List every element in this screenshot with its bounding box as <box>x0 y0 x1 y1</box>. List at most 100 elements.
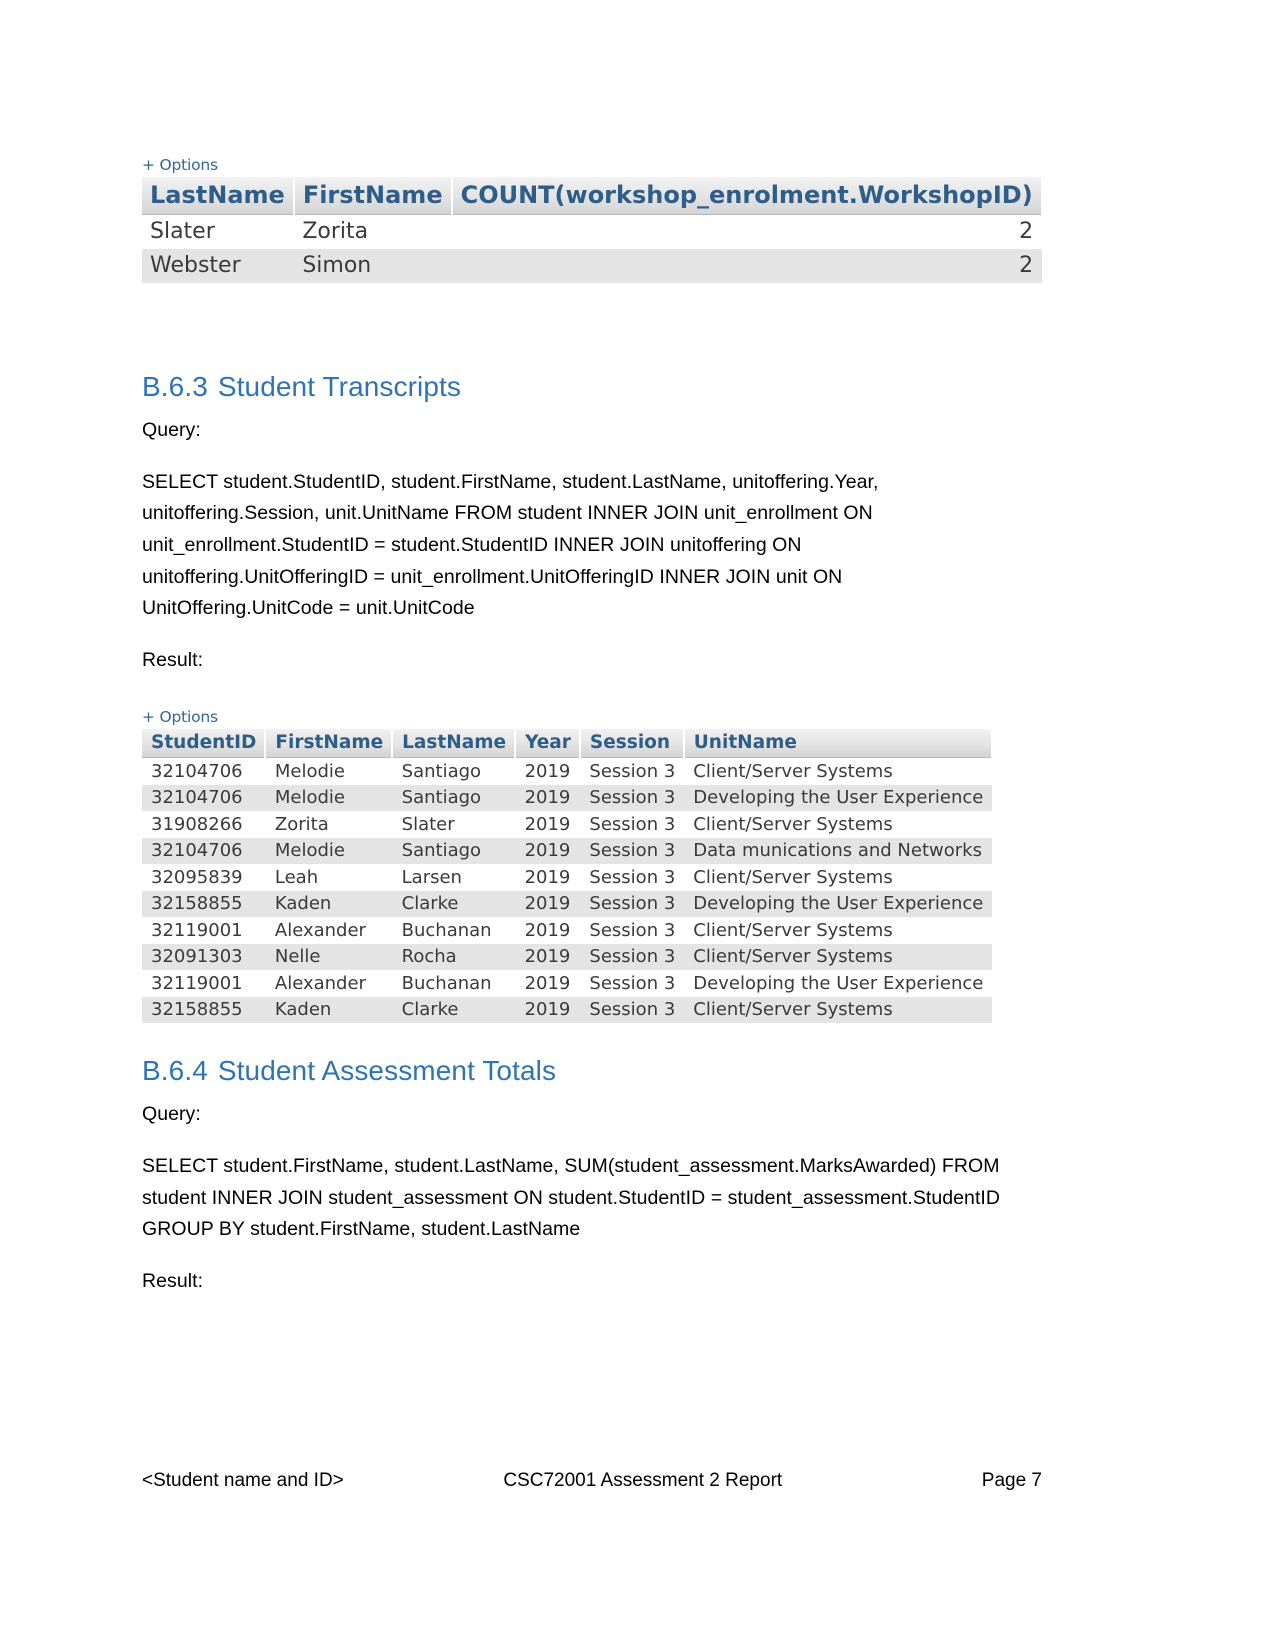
cell-session: Session 3 <box>579 811 684 838</box>
cell-lastname: Clarke <box>392 996 516 1024</box>
cell-session: Session 3 <box>579 757 684 785</box>
table-row: 32104706 Melodie Santiago 2019 Session 3 Data… <box>142 837 992 865</box>
cell-year: 2019 <box>515 917 580 944</box>
cell-firstname: Alexander <box>265 917 393 944</box>
cell-studentid: 32119001 <box>142 917 266 944</box>
cell-firstname: Nelle <box>265 943 393 971</box>
query-text-633: SELECT student.StudentID, student.FirstN… <box>142 470 879 620</box>
cell-lastname: Santiago <box>392 784 516 812</box>
query-text-634: SELECT student.FirstName, student.LastNa… <box>142 1155 1001 1241</box>
page-content: + Options LastName FirstName COUNT(works… <box>142 0 1043 1297</box>
heading-number: B.6.4 <box>142 1055 208 1087</box>
table-row: 32104706 Melodie Santiago 2019 Session 3 Clie… <box>142 757 992 785</box>
results-table-transcripts: StudentID FirstName LastName Year Sessio… <box>142 729 993 1024</box>
cell-firstname: Melodie <box>265 784 393 812</box>
column-header-firstname[interactable]: FirstName <box>265 729 394 759</box>
cell-year: 2019 <box>515 970 580 997</box>
cell-studentid: 32119001 <box>142 970 266 997</box>
cell-lastname: Webster <box>142 249 294 283</box>
heading-title: Student Transcripts <box>217 371 462 402</box>
query-label-634: Query: <box>142 1103 201 1126</box>
table-row: 32119001 Alexander Buchanan 2019 Session 3 De… <box>142 970 992 997</box>
cell-unitname: Developing the User Experience <box>683 970 992 997</box>
cell-lastname: Santiago <box>392 757 516 785</box>
cell-count: 2 <box>451 214 1042 249</box>
heading-b-6-3: B.6.3 Student Transcripts <box>142 371 1042 403</box>
result-block-workshop: + Options LastName FirstName COUNT(works… <box>142 156 1043 283</box>
table-row: 32104706 Melodie Santiago 2019 Session 3 Deve… <box>142 784 992 812</box>
cell-year: 2019 <box>515 996 580 1024</box>
table-row: 32091303 Nelle Rocha 2019 Session 3 Client/Se… <box>142 943 992 971</box>
cell-unitname: Client/Server Systems <box>683 996 992 1024</box>
cell-year: 2019 <box>515 757 580 785</box>
cell-year: 2019 <box>515 837 580 865</box>
table-row: 32158855 Kaden Clarke 2019 Session 3 Developi… <box>142 890 992 918</box>
table-row: Slater Zorita 2 <box>142 214 1042 249</box>
heading-title: Student Assessment Totals <box>217 1055 557 1087</box>
result-label-633: Result: <box>142 648 204 671</box>
results-table-workshop: LastName FirstName COUNT(workshop_enrolm… <box>142 177 1043 283</box>
heading-number: B.6.3 <box>142 371 208 402</box>
cell-unitname: Client/Server Systems <box>683 917 992 944</box>
footer-student-name: <Student name and ID> <box>142 1470 344 1491</box>
options-toggle-transcripts[interactable]: + Options <box>142 708 218 726</box>
column-header-studentid[interactable]: StudentID <box>142 729 267 759</box>
document-page: + Options LastName FirstName COUNT(works… <box>0 0 1275 1650</box>
cell-count: 2 <box>451 249 1042 283</box>
table-row: 32119001 Alexander Buchanan 2019 Session 3 Cl… <box>142 917 992 944</box>
cell-studentid: 32158855 <box>142 996 266 1024</box>
cell-year: 2019 <box>515 943 580 971</box>
column-header-lastname[interactable]: LastName <box>392 729 517 759</box>
cell-lastname: Slater <box>392 811 516 838</box>
cell-studentid: 31908266 <box>142 811 266 838</box>
cell-session: Session 3 <box>579 864 684 891</box>
cell-firstname: Alexander <box>265 970 393 997</box>
cell-lastname: Larsen <box>392 864 516 891</box>
transcripts-rows: 32104706 Melodie Santiago 2019 Session 3 Clie… <box>142 757 992 1024</box>
cell-session: Session 3 <box>579 917 684 944</box>
cell-firstname: Melodie <box>265 757 393 785</box>
table-row: 32158855 Kaden Clarke 2019 Session 3 Client/S… <box>142 996 992 1024</box>
footer-page-number: Page 7 <box>981 1470 1042 1491</box>
cell-unitname: Developing the User Experience <box>683 890 992 918</box>
result-block-transcripts: + Options StudentID FirstName LastName Y… <box>142 708 1042 1024</box>
column-header-firstname[interactable]: FirstName <box>293 177 453 215</box>
table-header-row: StudentID FirstName LastName Year Sessio… <box>142 729 993 759</box>
cell-unitname: Data munications and Networks <box>683 837 992 865</box>
column-header-year[interactable]: Year <box>515 729 581 759</box>
cell-lastname: Clarke <box>392 890 516 918</box>
cell-lastname: Slater <box>142 214 294 249</box>
cell-year: 2019 <box>515 864 580 891</box>
column-header-lastname[interactable]: LastName <box>142 177 295 215</box>
cell-lastname: Buchanan <box>392 970 516 997</box>
cell-studentid: 32091303 <box>142 943 266 971</box>
column-header-session[interactable]: Session <box>579 729 685 759</box>
cell-session: Session 3 <box>579 970 684 997</box>
cell-session: Session 3 <box>579 784 684 812</box>
table-row: 31908266 Zorita Slater 2019 Session 3 Client/… <box>142 811 992 838</box>
table-header-row: LastName FirstName COUNT(workshop_enrolm… <box>142 177 1043 215</box>
column-header-count[interactable]: COUNT(workshop_enrolment.WorkshopID) <box>451 177 1043 215</box>
cell-unitname: Client/Server Systems <box>683 811 992 838</box>
cell-firstname: Leah <box>265 864 393 891</box>
column-header-unitname[interactable]: UnitName <box>683 729 993 759</box>
cell-session: Session 3 <box>579 996 684 1024</box>
table-row: 32095839 Leah Larsen 2019 Session 3 Client/Se… <box>142 864 992 891</box>
page-footer: <Student name and ID> CSC72001 Assessmen… <box>142 1470 1042 1492</box>
cell-lastname: Buchanan <box>392 917 516 944</box>
cell-unitname: Developing the User Experience <box>683 784 992 812</box>
cell-studentid: 32104706 <box>142 837 266 865</box>
options-toggle-workshop[interactable]: + Options <box>142 156 218 174</box>
cell-studentid: 32095839 <box>142 864 266 891</box>
cell-session: Session 3 <box>579 837 684 865</box>
cell-firstname: Kaden <box>265 890 393 918</box>
cell-unitname: Client/Server Systems <box>683 757 992 785</box>
cell-lastname: Santiago <box>392 837 516 865</box>
footer-report-title: CSC72001 Assessment 2 Report <box>503 1470 783 1491</box>
cell-studentid: 32158855 <box>142 890 266 918</box>
cell-year: 2019 <box>515 890 580 918</box>
cell-firstname: Zorita <box>265 811 393 838</box>
cell-lastname: Rocha <box>392 943 516 971</box>
cell-firstname: Zorita <box>293 214 452 249</box>
cell-session: Session 3 <box>579 943 684 971</box>
